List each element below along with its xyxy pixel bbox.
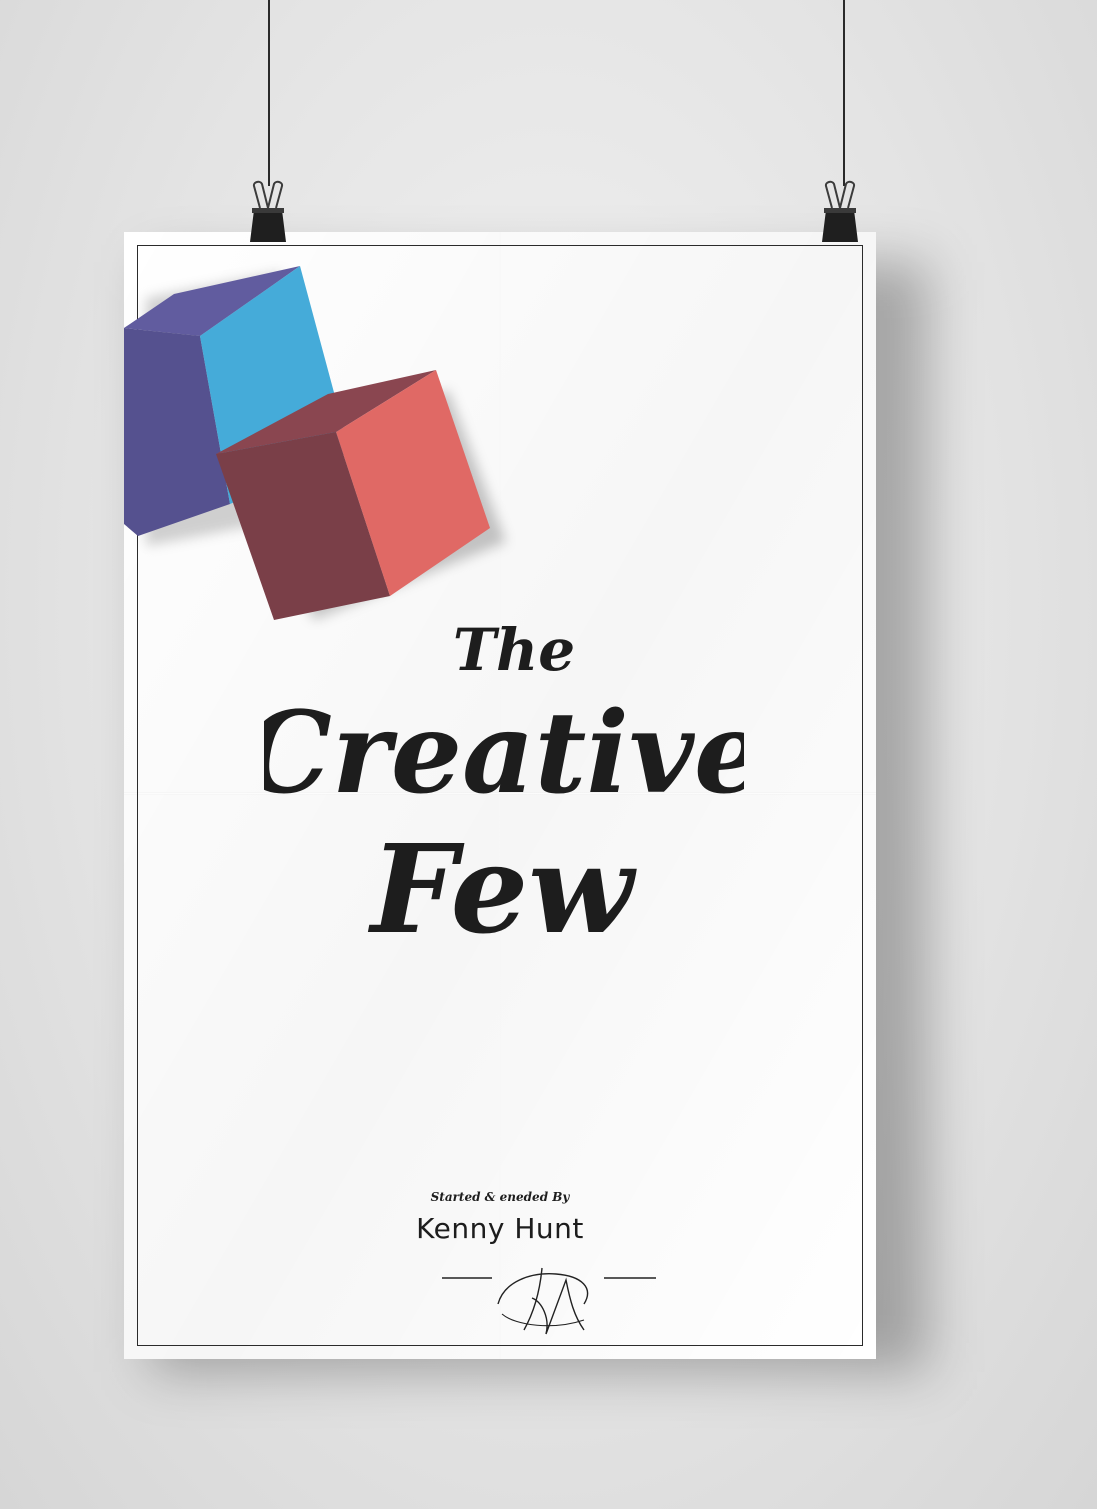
title-the: The: [453, 616, 575, 684]
signature-mark: [442, 1267, 656, 1335]
author-name: Kenny Hunt: [416, 1212, 584, 1245]
hanging-wire-left: [268, 0, 270, 186]
binder-clip-icon: [250, 180, 286, 242]
cubes-illustration: [124, 266, 506, 620]
poster: The Creative Few Started & eneded By Ken…: [124, 232, 876, 1359]
hanging-wire-right: [843, 0, 845, 186]
binder-clip-icon: [822, 180, 858, 242]
title-creative: Creative: [264, 688, 744, 819]
poster-title: The Creative Few: [264, 616, 744, 961]
byline: Started & eneded By: [430, 1190, 570, 1204]
title-few: Few: [368, 817, 638, 961]
